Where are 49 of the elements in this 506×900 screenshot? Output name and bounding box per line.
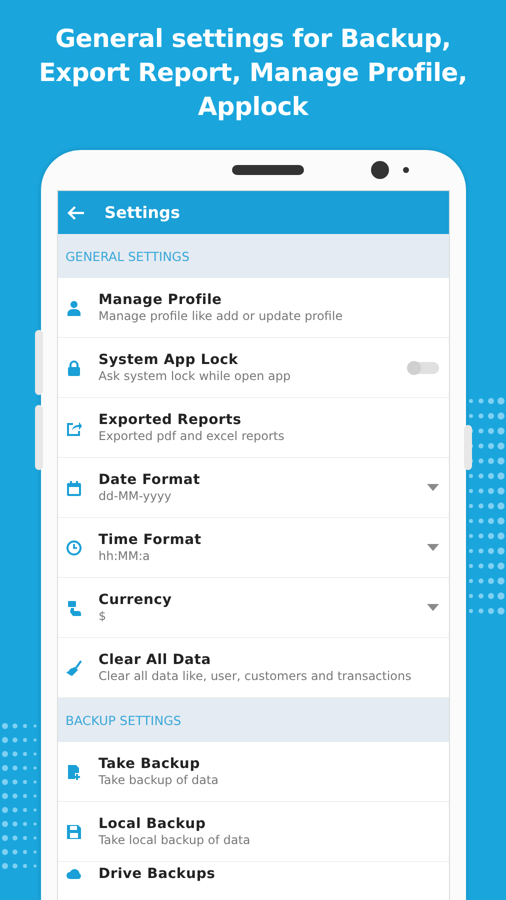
settings-row[interactable]: Currency $ <box>58 578 448 638</box>
setting-title: Time Format <box>98 532 202 548</box>
section-title: BACKUP SETTINGS <box>66 712 182 728</box>
settings-row[interactable]: Time Format hh:MM:a <box>58 518 448 578</box>
setting-title: Exported Reports <box>98 412 242 428</box>
broom-icon <box>66 660 82 676</box>
back-arrow-icon[interactable] <box>66 206 84 220</box>
calendar-icon <box>66 480 82 496</box>
setting-description: $ <box>98 608 108 624</box>
setting-description: hh:MM:a <box>98 548 151 564</box>
setting-description: dd-MM-yyyy <box>98 488 172 504</box>
settings-row[interactable]: Local Backup Take local backup of data <box>58 802 448 862</box>
settings-row[interactable]: Drive Backups <box>58 862 448 884</box>
dropdown-caret-icon[interactable] <box>426 544 438 551</box>
file-plus-icon <box>66 764 82 780</box>
sensor-dot <box>402 167 408 173</box>
save-icon <box>66 824 82 840</box>
camera-dot <box>370 161 388 179</box>
setting-title: Take Backup <box>98 756 202 772</box>
settings-row[interactable]: Manage Profile Manage profile like add or update profile <box>58 278 448 338</box>
setting-title: Clear All Data <box>98 652 212 668</box>
person-icon <box>66 300 82 316</box>
settings-row[interactable]: Date Format dd-MM-yyyy <box>58 458 448 518</box>
settings-row[interactable]: Exported Reports Exported pdf and excel reports <box>58 398 448 458</box>
section-title: GENERAL SETTINGS <box>66 248 190 264</box>
speaker-slot <box>232 165 304 175</box>
screen-title: Settings <box>104 203 180 222</box>
setting-title: Date Format <box>98 472 202 488</box>
setting-description: Manage profile like add or update profile <box>98 308 344 324</box>
setting-title: Drive Backups <box>98 866 216 882</box>
setting-description: Ask system lock while open app <box>98 368 292 384</box>
settings-row[interactable]: Take Backup Take backup of data <box>58 742 448 802</box>
clock-icon <box>66 540 82 556</box>
toggle-switch[interactable] <box>406 362 438 374</box>
dropdown-caret-icon[interactable] <box>426 604 438 611</box>
setting-title: Local Backup <box>98 816 207 832</box>
cloud-icon <box>66 866 82 882</box>
setting-title: System App Lock <box>98 352 240 368</box>
setting-title: Currency <box>98 592 173 608</box>
setting-description: Exported pdf and excel reports <box>98 428 286 444</box>
setting-description: Clear all data like, user, customers and transactions <box>98 668 412 684</box>
dropdown-caret-icon[interactable] <box>426 484 438 491</box>
headline: General settings for Backup, Export Report, Manage Profile, Applock <box>38 23 468 123</box>
share-icon <box>66 420 82 436</box>
setting-description: Take local backup of data <box>98 832 252 848</box>
settings-row[interactable]: System App Lock Ask system lock while open app <box>58 338 448 398</box>
setting-title: Manage Profile <box>98 292 223 308</box>
lock-icon <box>66 360 82 376</box>
setting-description: Take backup of data <box>98 772 220 788</box>
